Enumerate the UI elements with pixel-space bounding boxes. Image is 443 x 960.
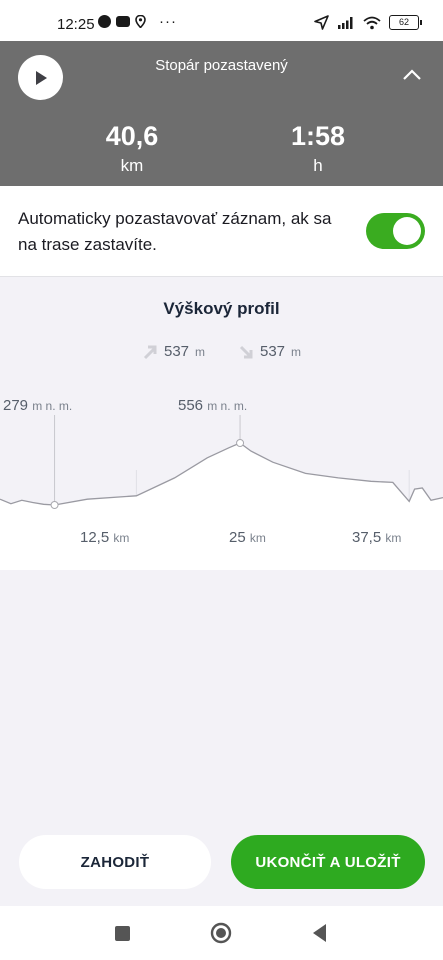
max-elevation-value: 556: [178, 397, 204, 414]
battery-icon: 62: [389, 15, 422, 30]
min-elevation-value: 279: [3, 397, 29, 414]
descent-arrow-icon: [239, 345, 253, 358]
ascent-arrow-icon: [143, 345, 157, 359]
min-elevation-unit: m n. m.: [32, 399, 73, 413]
back-icon[interactable]: [311, 923, 328, 943]
descent-unit: m: [291, 344, 302, 359]
recents-icon[interactable]: [115, 926, 130, 941]
min-elevation-label: 279 m n. m.: [3, 397, 72, 414]
km-tick-value: 25: [229, 529, 246, 546]
distance-unit: km: [120, 156, 144, 175]
signal-icon: [338, 17, 353, 29]
youtube-icon: [116, 16, 130, 27]
max-elevation-marker: [236, 439, 245, 447]
more-notifications-icon: ···: [159, 13, 177, 30]
max-elevation-label: 556 m n. m.: [178, 397, 247, 414]
home-icon[interactable]: [210, 922, 232, 944]
ascent-stat: 537 m: [142, 343, 205, 360]
km-tick-unit: km: [113, 531, 130, 545]
system-nav-bar: [0, 906, 443, 960]
autopause-label: Automaticky pozastavovať záznam, ak sa n…: [18, 209, 332, 254]
location-icon: [135, 15, 146, 28]
km-tick-unit: km: [385, 531, 402, 545]
profile-title: Výškový profil: [163, 299, 280, 318]
min-elevation-marker: [50, 501, 59, 509]
elevation-area: [0, 443, 443, 570]
wifi-icon: [363, 16, 381, 29]
status-icons-left: ···: [98, 13, 177, 30]
status-icons-right: 62: [314, 15, 422, 30]
status-bar: 12:25 ··· 62: [0, 0, 443, 41]
autopause-toggle[interactable]: [366, 213, 425, 249]
autopause-setting: Automaticky pozastavovať záznam, ak sa n…: [0, 186, 443, 277]
km-tick-label: 25 km: [229, 529, 266, 546]
km-tick-unit: km: [249, 531, 266, 545]
distance-stat: 40,6 km: [62, 121, 202, 176]
km-tick-label: 12,5 km: [80, 529, 129, 546]
time-value: 1:58: [290, 121, 346, 151]
status-time: 12:25: [57, 16, 95, 33]
km-tick-value: 37,5: [352, 529, 382, 546]
time-stat: 1:58 h: [248, 121, 388, 176]
navigation-icon: [314, 15, 329, 30]
discard-button[interactable]: ZAHODIŤ: [19, 835, 211, 889]
tracker-status-title: Stopár pozastavený: [155, 57, 288, 74]
tracker-header: Stopár pozastavený 40,6 km 1:58 h: [0, 41, 443, 186]
ascent-value: 537: [164, 343, 190, 360]
time-unit: h: [313, 156, 323, 175]
chevron-up-icon[interactable]: [401, 67, 423, 83]
messenger-icon: [98, 15, 111, 28]
descent-value: 537: [260, 343, 286, 360]
ascent-unit: m: [195, 344, 206, 359]
descent-stat: 537 m: [238, 343, 301, 360]
km-tick-value: 12,5: [80, 529, 110, 546]
km-tick-label: 37,5 km: [352, 529, 401, 546]
toggle-knob: [393, 217, 421, 245]
max-elevation-unit: m n. m.: [207, 399, 248, 413]
finish-and-save-button[interactable]: UKONČIŤ A ULOŽIŤ: [231, 835, 425, 889]
distance-value: 40,6: [105, 121, 159, 151]
